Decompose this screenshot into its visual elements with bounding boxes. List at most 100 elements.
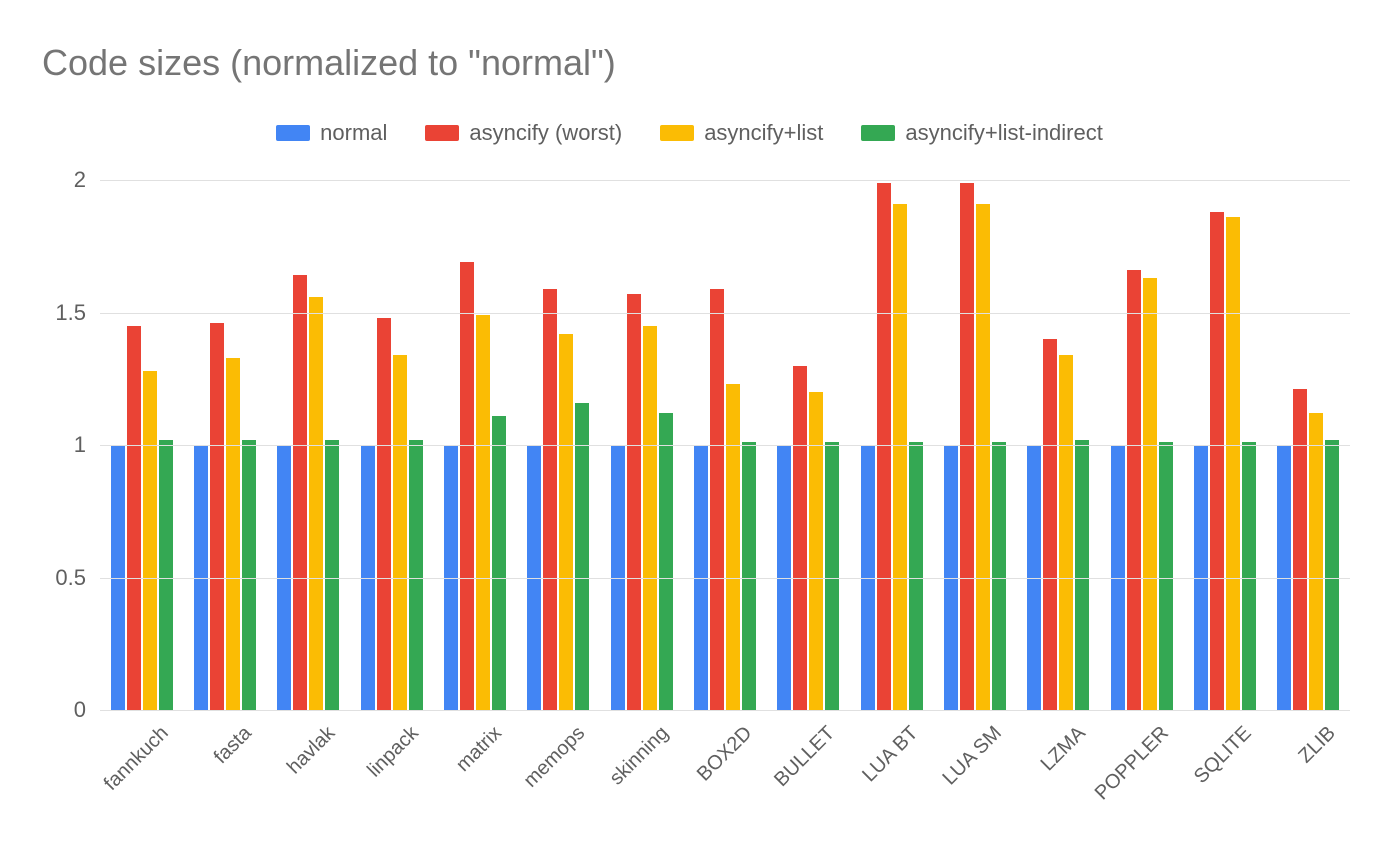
legend-item-asyncify-list: asyncify+list xyxy=(660,120,823,146)
bar xyxy=(1075,440,1089,710)
x-tick-label: POPPLER xyxy=(1090,722,1173,805)
legend-swatch-icon xyxy=(276,125,310,141)
x-tick-label: BOX2D xyxy=(693,722,757,786)
x-label-slot: LUA BT xyxy=(850,720,933,840)
bar xyxy=(127,326,141,710)
bar xyxy=(992,442,1006,710)
bar xyxy=(809,392,823,710)
bar xyxy=(242,440,256,710)
legend-label: asyncify+list xyxy=(704,120,823,146)
bar xyxy=(877,183,891,710)
bar xyxy=(1226,217,1240,710)
bar xyxy=(543,289,557,710)
x-label-slot: fannkuch xyxy=(100,720,183,840)
bar xyxy=(659,413,673,710)
x-tick-label: linpack xyxy=(363,722,423,782)
bar xyxy=(476,315,490,710)
chart-title: Code sizes (normalized to "normal") xyxy=(42,42,616,84)
bar xyxy=(460,262,474,710)
bar xyxy=(1043,339,1057,710)
y-tick-label: 2 xyxy=(46,167,86,193)
gridline xyxy=(100,578,1350,579)
x-label-slot: LZMA xyxy=(1017,720,1100,840)
x-label-slot: matrix xyxy=(433,720,516,840)
x-label-slot: fasta xyxy=(183,720,266,840)
legend-item-asyncify-list-indirect: asyncify+list-indirect xyxy=(861,120,1102,146)
x-tick-label: fasta xyxy=(210,722,257,769)
bar xyxy=(492,416,506,710)
bar xyxy=(143,371,157,710)
x-label-slot: BOX2D xyxy=(683,720,766,840)
legend-label: normal xyxy=(320,120,387,146)
x-label-slot: ZLIB xyxy=(1267,720,1350,840)
x-tick-label: skinning xyxy=(605,722,673,790)
x-tick-label: havlak xyxy=(283,722,340,779)
bar xyxy=(226,358,240,710)
y-tick-label: 1 xyxy=(46,432,86,458)
bar xyxy=(1210,212,1224,710)
bar xyxy=(377,318,391,710)
x-label-slot: havlak xyxy=(267,720,350,840)
bar xyxy=(710,289,724,710)
bar xyxy=(825,442,839,710)
bar xyxy=(1325,440,1339,710)
bar xyxy=(960,183,974,710)
bar xyxy=(409,440,423,710)
bar xyxy=(575,403,589,710)
bar xyxy=(559,334,573,710)
x-label-slot: memops xyxy=(517,720,600,840)
x-label-slot: linpack xyxy=(350,720,433,840)
x-tick-label: LUA SM xyxy=(939,722,1007,790)
x-tick-label: LZMA xyxy=(1036,722,1090,776)
bar xyxy=(210,323,224,710)
gridline xyxy=(100,445,1350,446)
bar xyxy=(1143,278,1157,710)
x-tick-label: BULLET xyxy=(771,722,841,792)
gridline xyxy=(100,313,1350,314)
y-tick-label: 0.5 xyxy=(46,565,86,591)
x-label-slot: LUA SM xyxy=(933,720,1016,840)
gridline xyxy=(100,710,1350,711)
x-tick-label: memops xyxy=(520,722,591,793)
bar xyxy=(976,204,990,710)
bar xyxy=(293,275,307,710)
bar xyxy=(159,440,173,710)
x-tick-label: LUA BT xyxy=(859,722,924,787)
plot-area: 00.511.52 xyxy=(100,180,1350,710)
gridline xyxy=(100,180,1350,181)
bar xyxy=(627,294,641,710)
x-label-slot: BULLET xyxy=(767,720,850,840)
bar xyxy=(909,442,923,710)
bar xyxy=(393,355,407,710)
bar xyxy=(1242,442,1256,710)
bar xyxy=(1127,270,1141,710)
x-tick-label: ZLIB xyxy=(1294,722,1340,768)
bar xyxy=(893,204,907,710)
bar xyxy=(325,440,339,710)
legend-label: asyncify (worst) xyxy=(469,120,622,146)
legend-item-asyncify-worst: asyncify (worst) xyxy=(425,120,622,146)
legend-swatch-icon xyxy=(861,125,895,141)
y-tick-label: 1.5 xyxy=(46,300,86,326)
bar xyxy=(793,366,807,711)
bar xyxy=(1293,389,1307,710)
x-label-slot: SQLITE xyxy=(1183,720,1266,840)
chart-container: Code sizes (normalized to "normal") norm… xyxy=(0,0,1379,852)
bar xyxy=(742,442,756,710)
x-tick-label: fannkuch xyxy=(100,722,174,796)
bar xyxy=(643,326,657,710)
bar xyxy=(309,297,323,710)
y-tick-label: 0 xyxy=(46,697,86,723)
x-label-slot: POPPLER xyxy=(1100,720,1183,840)
legend: normal asyncify (worst) asyncify+list as… xyxy=(0,120,1379,146)
x-axis-labels: fannkuch fasta havlak linpack matrixmemopssk… xyxy=(100,720,1350,840)
legend-label: asyncify+list-indirect xyxy=(905,120,1102,146)
x-label-slot: skinning xyxy=(600,720,683,840)
legend-swatch-icon xyxy=(660,125,694,141)
bar xyxy=(1059,355,1073,710)
bar xyxy=(726,384,740,710)
x-tick-label: matrix xyxy=(452,722,507,777)
x-tick-label: SQLITE xyxy=(1190,722,1257,789)
legend-item-normal: normal xyxy=(276,120,387,146)
bar xyxy=(1159,442,1173,710)
